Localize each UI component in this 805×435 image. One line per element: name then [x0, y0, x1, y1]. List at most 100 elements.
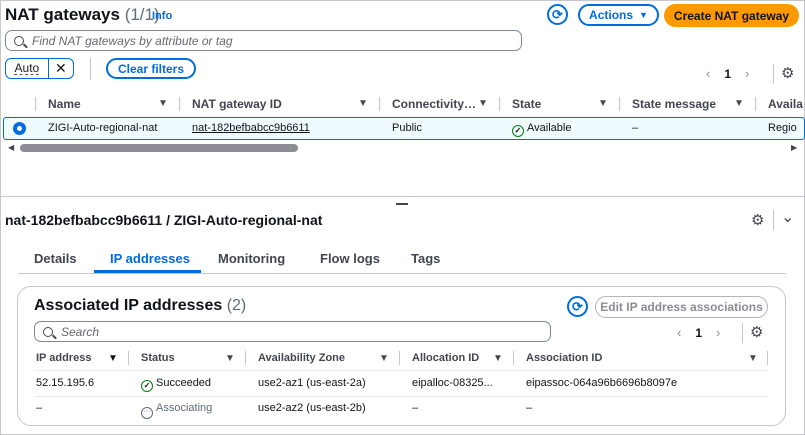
ip-search-input[interactable]: Search: [34, 321, 551, 342]
association-cell: –: [526, 402, 533, 414]
panel-title: Associated IP addresses (2): [34, 297, 247, 314]
split-divider: [0, 196, 805, 197]
column-separator: [128, 351, 129, 365]
sort-icon[interactable]: ▼: [379, 353, 389, 364]
tab-details[interactable]: Details: [34, 251, 77, 266]
search-placeholder: Search: [61, 324, 100, 339]
tab-ip-addresses[interactable]: IP addresses: [110, 251, 190, 266]
column-separator: [399, 351, 400, 365]
sort-icon[interactable]: ▼: [225, 353, 235, 364]
actions-button[interactable]: Actions ▼: [578, 4, 659, 26]
prev-page-icon[interactable]: ‹: [677, 325, 681, 340]
column-header-association[interactable]: Association ID: [526, 352, 602, 364]
sort-icon[interactable]: ▼: [734, 98, 744, 109]
detail-title: nat-182befbabcc9b6611 / ZIGI-Auto-region…: [5, 212, 323, 228]
scroll-left-icon[interactable]: ◀: [8, 143, 14, 152]
current-page[interactable]: 1: [695, 326, 702, 340]
settings-gear-icon[interactable]: ⚙: [751, 211, 764, 229]
allocation-cell: eipalloc-08325...: [412, 377, 493, 389]
tab-underline: [18, 273, 786, 274]
search-input[interactable]: Find NAT gateways by attribute or tag: [5, 30, 522, 51]
tab-monitoring[interactable]: Monitoring: [218, 251, 285, 266]
sort-icon[interactable]: ▼: [358, 98, 368, 109]
ip-pagination: ‹ 1 ›: [677, 325, 720, 340]
column-header-status[interactable]: Status: [141, 352, 175, 364]
horizontal-scrollbar[interactable]: [20, 144, 298, 152]
refresh-icon[interactable]: ⟳: [567, 296, 588, 317]
zone-cell: use2-az1 (us-east-2a): [258, 377, 366, 389]
settings-gear-icon[interactable]: ⚙: [781, 64, 794, 82]
caret-down-icon: ▼: [639, 10, 648, 20]
association-cell: eipassoc-064a96b6696b8097e: [526, 377, 678, 389]
status-badge: ✓ Available: [512, 122, 571, 137]
settings-gear-icon[interactable]: ⚙: [750, 323, 763, 341]
create-nat-gateway-button[interactable]: Create NAT gateway: [664, 4, 799, 27]
scroll-right-icon[interactable]: ▶: [791, 143, 797, 152]
clear-filters-button[interactable]: Clear filters: [106, 58, 196, 79]
filter-token[interactable]: Auto ✕: [5, 58, 74, 79]
current-page[interactable]: 1: [724, 67, 731, 81]
column-separator: [379, 97, 380, 111]
next-page-icon[interactable]: ›: [745, 66, 749, 81]
status-badge: ✓ Succeeded: [141, 377, 211, 392]
row-divider: [34, 396, 768, 397]
sort-icon[interactable]: ▼: [478, 98, 488, 109]
column-header-ip[interactable]: IP address: [36, 352, 91, 364]
ip-cell: 52.15.195.6: [36, 377, 95, 389]
remove-filter-icon[interactable]: ✕: [47, 59, 73, 78]
sort-icon[interactable]: ▼: [493, 353, 503, 364]
allocation-cell: –: [412, 402, 419, 414]
check-circle-icon: ✓: [141, 380, 153, 392]
active-tab-indicator: [94, 270, 201, 273]
pending-icon: ···: [141, 407, 153, 419]
status-badge: ··· Associating: [141, 402, 212, 419]
row-radio[interactable]: [13, 122, 26, 135]
resize-handle-icon[interactable]: [396, 203, 408, 205]
collapse-icon[interactable]: ⌄: [781, 207, 794, 227]
check-circle-icon: ✓: [512, 125, 524, 137]
sort-icon[interactable]: ▼: [748, 353, 758, 364]
column-header-name[interactable]: Name: [48, 97, 81, 111]
row-availability: Regio: [768, 122, 797, 134]
sort-icon[interactable]: ▼: [108, 353, 118, 364]
tab-tags[interactable]: Tags: [411, 251, 440, 266]
column-separator: [35, 97, 36, 111]
row-name: ZIGI-Auto-regional-nat: [48, 122, 158, 134]
next-page-icon[interactable]: ›: [716, 325, 720, 340]
info-link[interactable]: Info: [152, 10, 172, 22]
actions-label: Actions: [589, 8, 634, 22]
refresh-icon[interactable]: ⟳: [547, 4, 568, 25]
page-title: NAT gateways (1/1): [5, 5, 160, 24]
column-header-availability[interactable]: Availa: [768, 97, 803, 111]
column-separator: [755, 97, 756, 111]
column-header-id[interactable]: NAT gateway ID: [192, 97, 282, 111]
sort-icon[interactable]: ▼: [158, 98, 168, 109]
column-header-zone[interactable]: Availability Zone: [258, 352, 345, 364]
edit-ip-associations-button[interactable]: Edit IP address associations: [595, 296, 768, 318]
search-icon: [43, 326, 53, 337]
column-header-state[interactable]: State: [512, 97, 541, 111]
tab-flow-logs[interactable]: Flow logs: [320, 251, 380, 266]
column-separator: [619, 97, 620, 111]
column-header-state-message[interactable]: State message: [632, 97, 716, 111]
divider: [742, 323, 743, 343]
divider: [773, 64, 774, 84]
search-placeholder: Find NAT gateways by attribute or tag: [32, 33, 233, 48]
row-divider: [34, 370, 768, 371]
panel-count: (2): [226, 297, 247, 314]
row-state-message: –: [632, 122, 639, 134]
ip-cell: –: [36, 402, 43, 414]
zone-cell: use2-az2 (us-east-2b): [258, 402, 366, 414]
prev-page-icon[interactable]: ‹: [706, 66, 710, 81]
pagination: ‹ 1 ›: [706, 66, 749, 81]
nat-gateway-id-link[interactable]: nat-182befbabcc9b6611: [192, 122, 310, 134]
sort-icon[interactable]: ▼: [598, 98, 608, 109]
column-separator: [245, 351, 246, 365]
column-separator: [499, 97, 500, 111]
column-separator: [179, 97, 180, 111]
column-header-allocation[interactable]: Allocation ID: [412, 352, 479, 364]
filter-token-label[interactable]: Auto: [6, 59, 48, 78]
column-header-connectivity[interactable]: Connectivity…: [392, 97, 476, 111]
column-separator: [513, 351, 514, 365]
search-icon: [14, 35, 24, 46]
